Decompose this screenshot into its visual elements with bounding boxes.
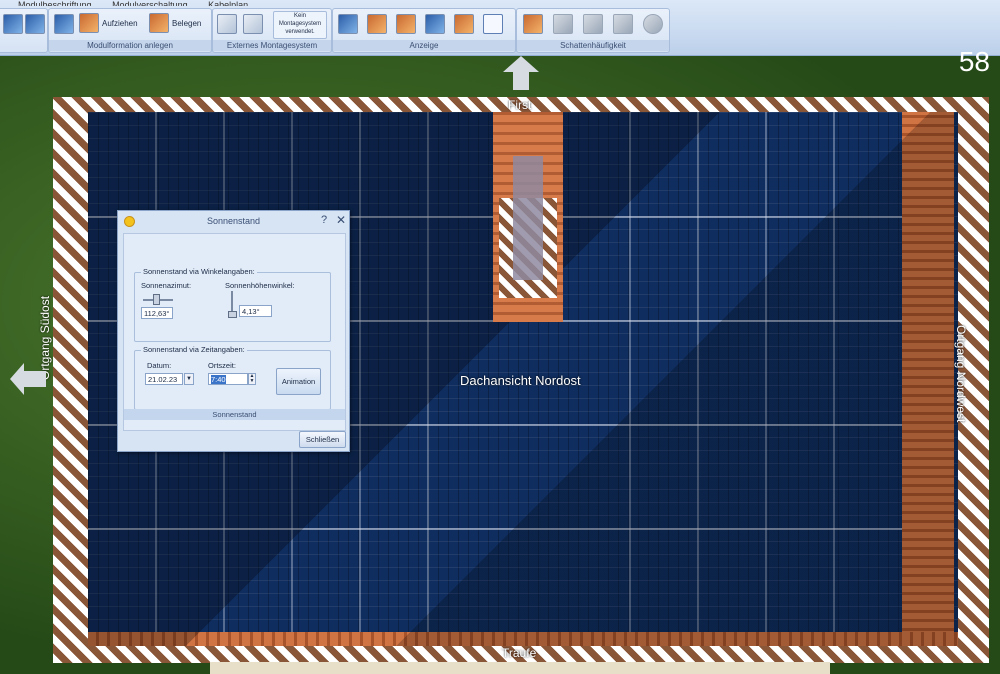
mount-export-icon[interactable] <box>243 14 263 34</box>
hoehe-input[interactable]: 4,13° <box>239 305 272 317</box>
menu-strip: Modulbeschriftung Modulverschaltung Kabe… <box>0 0 1000 7</box>
hoehe-label: Sonnenhöhenwinkel: <box>225 281 295 290</box>
chevron-down-icon[interactable]: ▼ <box>184 373 194 385</box>
dialog-panel: Sonnenstand via Winkelangaben: Sonnenazi… <box>123 233 346 431</box>
sonnenstand-dialog: Sonnenstand ? ✕ Sonnenstand via Winkelan… <box>117 210 350 452</box>
dialog-title[interactable]: Sonnenstand <box>118 211 349 231</box>
belegen-icon <box>149 13 169 33</box>
shadow-bar-icon[interactable] <box>553 14 573 34</box>
shadow-house-icon[interactable] <box>523 14 543 34</box>
view-roof-icon[interactable] <box>367 14 387 34</box>
schliessen-button[interactable]: Schließen <box>299 431 346 448</box>
arrow-up-icon[interactable] <box>503 56 539 72</box>
view-tiles-icon[interactable] <box>396 14 416 34</box>
menu-item-modulbeschriftung[interactable]: Modulbeschriftung <box>18 1 92 7</box>
help-button[interactable]: ? <box>321 214 327 226</box>
aufziehen-icon <box>79 13 99 33</box>
ribbon-group-left <box>0 8 48 53</box>
close-icon[interactable]: ✕ <box>336 213 346 227</box>
ortszeit-spinner[interactable]: ▲ ▼ <box>248 373 256 385</box>
module-icon[interactable] <box>3 14 23 34</box>
view-sun-position-icon[interactable] <box>483 14 503 34</box>
azimut-slider-knob[interactable] <box>153 294 160 305</box>
menu-item-modulverschaltung[interactable]: Modulverschaltung <box>112 1 188 7</box>
fieldset-legend: Sonnenstand via Zeitangaben: <box>141 345 247 354</box>
view-roof-3d-icon[interactable] <box>454 14 474 34</box>
ribbon-group-schatten: Schattenhäufigkeit <box>516 8 670 53</box>
chimney <box>513 156 543 280</box>
datum-label: Datum: <box>147 361 172 370</box>
module-select-icon[interactable] <box>54 14 74 34</box>
group-label: Externes Montagesystem <box>213 40 331 51</box>
shadow-tree-icon[interactable] <box>583 14 603 34</box>
tab-sonnenstand[interactable]: Sonnenstand <box>124 409 345 420</box>
ribbon-group-modulformation: Aufziehen Belegen Modulformation anlegen <box>48 8 212 53</box>
arrow-up-stem[interactable] <box>513 72 529 90</box>
view-counter: 58 <box>958 46 990 77</box>
view-modules-icon[interactable] <box>338 14 358 34</box>
group-label: Schattenhäufigkeit <box>517 40 669 51</box>
belegen-button[interactable]: Belegen <box>149 12 201 34</box>
azimut-label: Sonnenazimut: <box>141 281 192 290</box>
module-grid-icon[interactable] <box>25 14 45 34</box>
montagesystem-status: Kein Montagesystem verwendet. <box>273 11 327 39</box>
hoehe-slider-knob[interactable] <box>228 311 237 318</box>
mount-import-icon[interactable] <box>217 14 237 34</box>
ortszeit-label: Ortszeit: <box>208 361 236 370</box>
ortszeit-value: 7:40 <box>211 375 226 384</box>
group-label: Anzeige <box>333 40 515 51</box>
edge-label-traufe: Traufe <box>502 646 537 660</box>
shadow-sphere-icon[interactable] <box>643 14 663 34</box>
arrow-left-stem[interactable] <box>24 371 46 387</box>
animation-button[interactable]: Animation <box>276 368 321 395</box>
aufziehen-button[interactable]: Aufziehen <box>79 12 138 34</box>
ortszeit-input[interactable]: 7:40 <box>208 373 248 385</box>
fieldset-legend: Sonnenstand via Winkelangaben: <box>141 267 257 276</box>
bottom-panel <box>210 662 830 674</box>
menu-item-kabelplan[interactable]: Kabelplan <box>208 1 248 7</box>
azimut-input[interactable]: 112,63° <box>141 307 173 319</box>
group-label: Modulformation anlegen <box>49 40 211 51</box>
roof-view-label: Dachansicht Nordost <box>460 373 581 388</box>
edge-label-right: Ortgang Nordwest <box>954 325 968 423</box>
edge-label-left: Ortgang Südost <box>38 295 52 380</box>
ribbon-group-montagesystem: Kein Montagesystem verwendet. Externes M… <box>212 8 332 53</box>
edge-label-first: First <box>508 98 532 112</box>
fieldset-winkelangaben: Sonnenstand via Winkelangaben: Sonnenazi… <box>134 267 331 342</box>
arrow-left-icon[interactable] <box>10 363 24 395</box>
ribbon-toolbar: Modulbeschriftung Modulverschaltung Kabe… <box>0 0 1000 56</box>
shadow-object-icon[interactable] <box>613 14 633 34</box>
ribbon-group-anzeige: Anzeige <box>332 8 516 53</box>
view-house-icon[interactable] <box>425 14 445 34</box>
datum-input[interactable]: 21.02.23 <box>145 373 183 385</box>
